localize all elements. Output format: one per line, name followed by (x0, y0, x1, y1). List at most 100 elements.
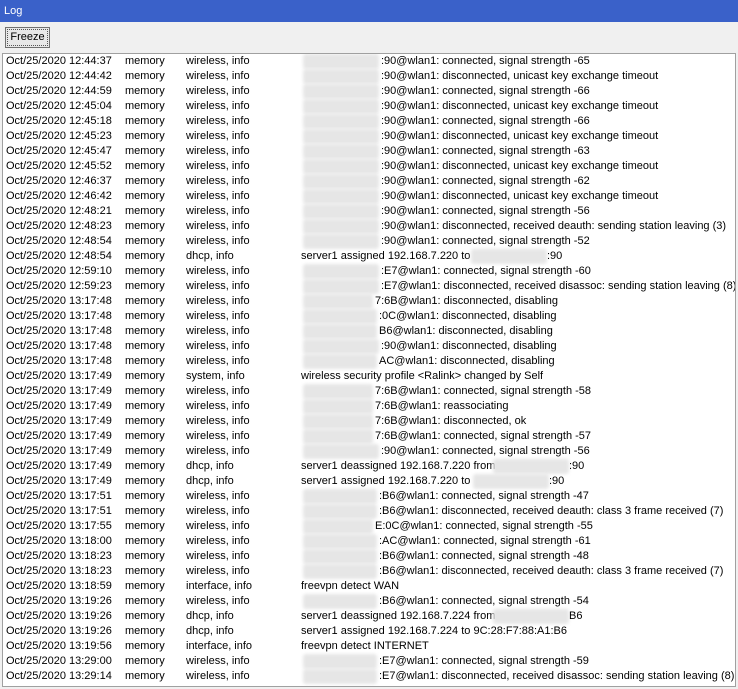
log-row[interactable]: Oct/25/2020 13:17:49 memory system, info wi… (3, 369, 735, 384)
log-message: E:0C@wlan1: connected, signal strength -… (375, 520, 593, 532)
log-row[interactable]: Oct/25/2020 13:29:14 memory wireless, info… (3, 669, 735, 684)
log-row[interactable]: Oct/25/2020 12:48:54 memory wireless, info… (3, 234, 735, 249)
log-topics: wireless, info (186, 280, 250, 292)
log-row[interactable]: Oct/25/2020 13:17:49 memory dhcp, info serv… (3, 459, 735, 474)
log-row[interactable]: Oct/25/2020 13:17:48 memory wireless, info… (3, 309, 735, 324)
log-time: Oct/25/2020 13:17:49 (6, 430, 112, 442)
log-row[interactable]: Oct/25/2020 12:59:10 memory wireless, info… (3, 264, 735, 279)
log-message: :90@wlan1: disconnected, unicast key exc… (381, 100, 659, 112)
log-row[interactable]: Oct/25/2020 12:46:42 memory wireless, info… (3, 189, 735, 204)
log-topics: wireless, info (186, 565, 250, 577)
log-topics: dhcp, info (186, 250, 234, 262)
log-row[interactable]: Oct/25/2020 13:19:26 memory dhcp, info serv… (3, 609, 735, 624)
log-row[interactable]: Oct/25/2020 13:17:51 memory wireless, info… (3, 489, 735, 504)
log-message: :B6@wlan1: connected, signal strength -5… (379, 595, 589, 607)
log-time: Oct/25/2020 13:19:26 (6, 625, 112, 637)
log-time: Oct/25/2020 12:46:42 (6, 190, 112, 202)
log-buffer: memory (125, 265, 165, 277)
log-buffer: memory (125, 610, 165, 622)
log-message: :90@wlan1: disconnected, unicast key exc… (381, 130, 659, 142)
log-row[interactable]: Oct/25/2020 12:44:42 memory wireless, info… (3, 69, 735, 84)
log-message: :B6@wlan1: connected, signal strength -4… (379, 490, 589, 502)
log-time: Oct/25/2020 13:19:26 (6, 595, 112, 607)
log-topics: wireless, info (186, 70, 250, 82)
log-message-tail: :90 (549, 475, 565, 487)
log-buffer: memory (125, 145, 165, 157)
redacted-mac (303, 414, 373, 429)
log-topics: wireless, info (186, 670, 250, 682)
log-row[interactable]: Oct/25/2020 12:48:21 memory wireless, info… (3, 204, 735, 219)
log-row[interactable]: Oct/25/2020 13:19:56 memory interface, inf… (3, 639, 735, 654)
log-row[interactable]: Oct/25/2020 13:17:49 memory wireless, info… (3, 399, 735, 414)
log-row[interactable]: Oct/25/2020 13:17:48 memory wireless, info… (3, 339, 735, 354)
log-time: Oct/25/2020 12:45:04 (6, 100, 112, 112)
log-message: 7:6B@wlan1: disconnected, disabling (375, 295, 559, 307)
log-row[interactable]: Oct/25/2020 13:18:23 memory wireless, info… (3, 549, 735, 564)
log-topics: wireless, info (186, 655, 250, 667)
log-message: server1 deassigned 192.168.7.220 from (301, 460, 496, 472)
log-row[interactable]: Oct/25/2020 12:48:23 memory wireless, info… (3, 219, 735, 234)
log-buffer: memory (125, 460, 165, 472)
log-time: Oct/25/2020 13:18:23 (6, 565, 112, 577)
log-row[interactable]: Oct/25/2020 13:17:49 memory wireless, info… (3, 384, 735, 399)
log-time: Oct/25/2020 12:48:23 (6, 220, 112, 232)
toolbar: Freeze (0, 22, 738, 54)
log-row[interactable]: Oct/25/2020 13:19:26 memory dhcp, info serv… (3, 624, 735, 639)
log-buffer: memory (125, 280, 165, 292)
log-topics: wireless, info (186, 115, 250, 127)
log-time: Oct/25/2020 12:46:37 (6, 175, 112, 187)
log-topics: system, info (186, 370, 245, 382)
log-buffer: memory (125, 295, 165, 307)
log-row[interactable]: Oct/25/2020 13:17:48 memory wireless, info… (3, 324, 735, 339)
log-row[interactable]: Oct/25/2020 13:17:49 memory wireless, info… (3, 444, 735, 459)
log-time: Oct/25/2020 12:59:10 (6, 265, 112, 277)
log-buffer: memory (125, 445, 165, 457)
log-topics: wireless, info (186, 130, 250, 142)
log-row[interactable]: Oct/25/2020 12:45:04 memory wireless, info… (3, 99, 735, 114)
redacted-mac (303, 54, 379, 69)
log-row[interactable]: Oct/25/2020 13:18:23 memory wireless, info… (3, 564, 735, 579)
log-row[interactable]: Oct/25/2020 13:17:51 memory wireless, info… (3, 504, 735, 519)
log-topics: wireless, info (186, 160, 250, 172)
log-row[interactable]: Oct/25/2020 12:45:18 memory wireless, info… (3, 114, 735, 129)
log-row[interactable]: Oct/25/2020 12:48:54 memory dhcp, info serv… (3, 249, 735, 264)
log-row[interactable]: Oct/25/2020 12:45:52 memory wireless, info… (3, 159, 735, 174)
log-buffer: memory (125, 595, 165, 607)
log-row[interactable]: Oct/25/2020 12:59:23 memory wireless, info… (3, 279, 735, 294)
log-row[interactable]: Oct/25/2020 12:46:37 memory wireless, info… (3, 174, 735, 189)
log-message: server1 assigned 192.168.7.220 to (301, 250, 471, 262)
log-time: Oct/25/2020 13:18:59 (6, 580, 112, 592)
log-row[interactable]: Oct/25/2020 13:17:49 memory wireless, info… (3, 414, 735, 429)
log-message: :B6@wlan1: connected, signal strength -4… (379, 550, 589, 562)
log-buffer: memory (125, 325, 165, 337)
log-row[interactable]: Oct/25/2020 12:45:23 memory wireless, info… (3, 129, 735, 144)
log-message: :90@wlan1: disconnected, received deauth… (381, 220, 727, 232)
log-topics: wireless, info (186, 145, 250, 157)
redacted-mac (303, 129, 379, 144)
log-buffer: memory (125, 115, 165, 127)
log-row[interactable]: Oct/25/2020 13:18:00 memory wireless, info… (3, 534, 735, 549)
log-row[interactable]: Oct/25/2020 13:17:49 memory wireless, info… (3, 429, 735, 444)
log-time: Oct/25/2020 12:45:52 (6, 160, 112, 172)
log-buffer: memory (125, 430, 165, 442)
log-topics: wireless, info (186, 205, 250, 217)
log-row[interactable]: Oct/25/2020 13:17:48 memory wireless, info… (3, 354, 735, 369)
freeze-button[interactable]: Freeze (5, 27, 50, 48)
log-message: B6@wlan1: disconnected, disabling (379, 325, 553, 337)
log-topics: wireless, info (186, 415, 250, 427)
log-row[interactable]: Oct/25/2020 13:19:26 memory wireless, info… (3, 594, 735, 609)
log-message: server1 deassigned 192.168.7.224 from (301, 610, 496, 622)
redacted-mac (303, 594, 377, 609)
redacted-mac (303, 114, 379, 129)
log-row[interactable]: Oct/25/2020 13:17:49 memory dhcp, info serv… (3, 474, 735, 489)
log-row[interactable]: Oct/25/2020 12:44:37 memory wireless, info… (3, 54, 735, 69)
log-time: Oct/25/2020 12:44:37 (6, 55, 112, 67)
log-list[interactable]: Oct/25/2020 12:44:37 memory wireless, info… (2, 53, 736, 687)
log-row[interactable]: Oct/25/2020 12:45:47 memory wireless, info… (3, 144, 735, 159)
log-row[interactable]: Oct/25/2020 12:44:59 memory wireless, info… (3, 84, 735, 99)
log-row[interactable]: Oct/25/2020 13:18:59 memory interface, inf… (3, 579, 735, 594)
log-row[interactable]: Oct/25/2020 13:29:00 memory wireless, info… (3, 654, 735, 669)
log-row[interactable]: Oct/25/2020 13:17:48 memory wireless, info… (3, 294, 735, 309)
log-topics: wireless, info (186, 310, 250, 322)
log-row[interactable]: Oct/25/2020 13:17:55 memory wireless, info… (3, 519, 735, 534)
